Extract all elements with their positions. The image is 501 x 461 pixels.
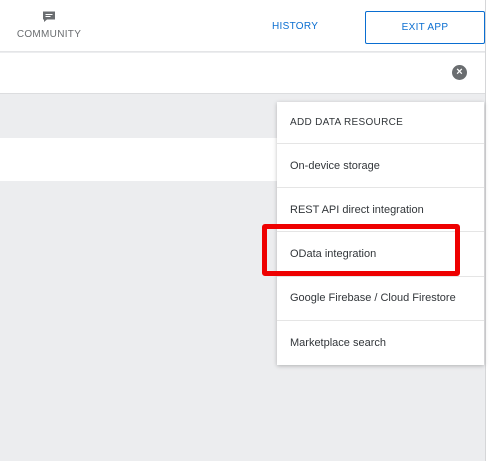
menu-item-firebase[interactable]: Google Firebase / Cloud Firestore bbox=[277, 277, 484, 321]
menu-title: ADD DATA RESOURCE bbox=[277, 102, 484, 144]
menu-item-rest-api[interactable]: REST API direct integration bbox=[277, 188, 484, 233]
exit-app-button[interactable]: EXIT APP bbox=[365, 11, 485, 44]
community-label: COMMUNITY bbox=[16, 29, 82, 40]
top-bar: COMMUNITY HISTORY EXIT APP bbox=[0, 0, 501, 52]
history-link[interactable]: HISTORY bbox=[272, 21, 318, 32]
search-bar[interactable] bbox=[0, 53, 485, 94]
chat-bubble-icon bbox=[43, 11, 55, 22]
right-edge-panel bbox=[485, 0, 501, 461]
menu-item-odata[interactable]: OData integration bbox=[277, 232, 484, 277]
clear-icon[interactable]: × bbox=[452, 65, 467, 80]
community-button[interactable]: COMMUNITY bbox=[14, 11, 84, 40]
menu-item-on-device-storage[interactable]: On-device storage bbox=[277, 144, 484, 189]
list-item[interactable] bbox=[0, 138, 290, 181]
menu-item-marketplace-search[interactable]: Marketplace search bbox=[277, 321, 484, 365]
add-data-resource-menu: ADD DATA RESOURCE On-device storage REST… bbox=[277, 102, 484, 365]
